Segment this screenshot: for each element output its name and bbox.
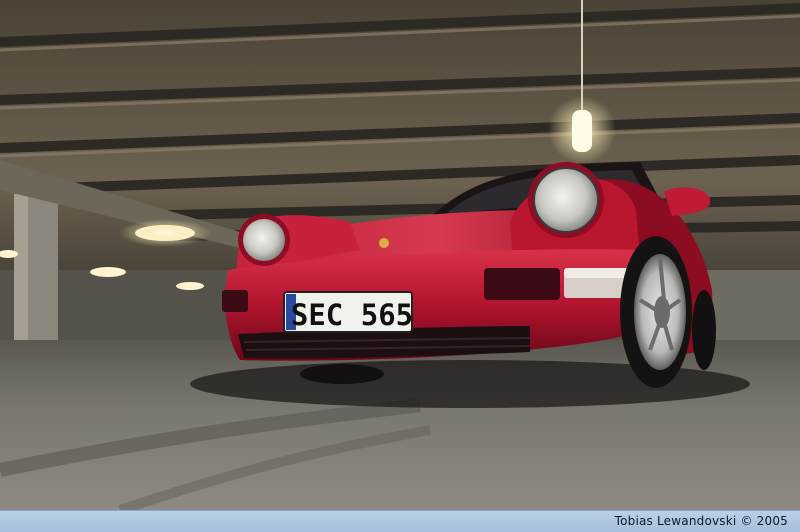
headlight-left: [238, 214, 290, 266]
credit-bar: Tobias Lewandovski © 2005: [0, 510, 800, 532]
front-wheel: [620, 236, 692, 388]
photo: SEC 565: [0, 0, 800, 510]
brand-badge: [379, 238, 389, 248]
license-plate-text: SEC 565: [291, 298, 413, 332]
parking-garage-scene: SEC 565: [0, 0, 800, 510]
license-plate: SEC 565: [283, 291, 413, 333]
photo-credit: Tobias Lewandovski © 2005: [614, 514, 788, 528]
headlight-right: [528, 162, 604, 238]
